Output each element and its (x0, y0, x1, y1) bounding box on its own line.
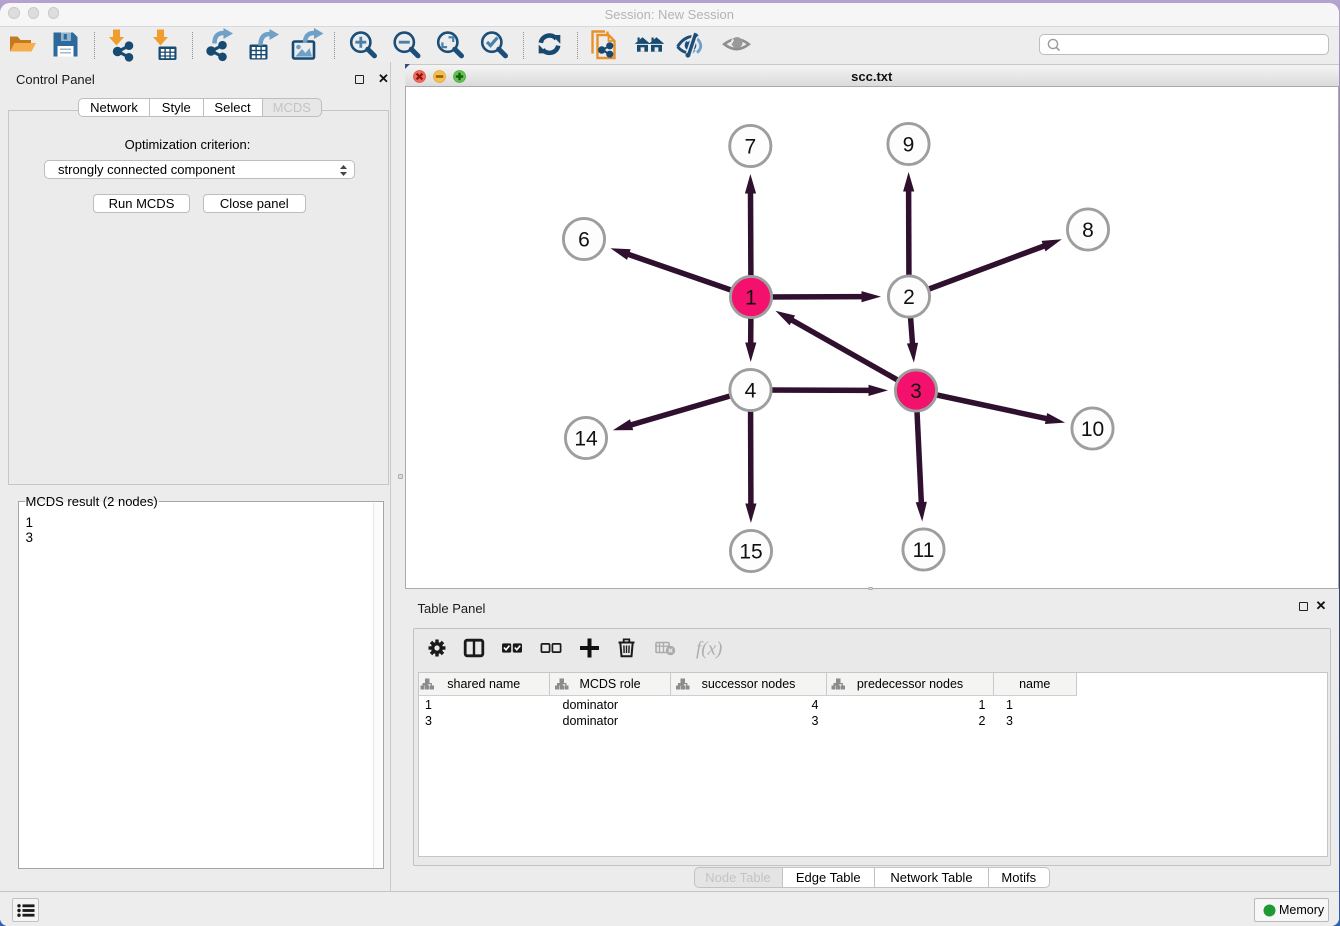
svg-text:1: 1 (745, 287, 757, 310)
svg-text:15: 15 (739, 541, 762, 564)
svg-text:6: 6 (578, 229, 590, 252)
svg-text:8: 8 (1082, 219, 1094, 242)
svg-text:f(x): f(x) (696, 638, 722, 659)
svg-text:9: 9 (902, 134, 914, 157)
svg-text:10: 10 (1080, 418, 1103, 441)
svg-text:3: 3 (910, 380, 922, 403)
svg-text:7: 7 (744, 136, 756, 159)
svg-text:2: 2 (903, 286, 915, 309)
svg-text:14: 14 (574, 428, 598, 451)
svg-text:4: 4 (744, 380, 756, 403)
svg-text:11: 11 (912, 539, 934, 562)
